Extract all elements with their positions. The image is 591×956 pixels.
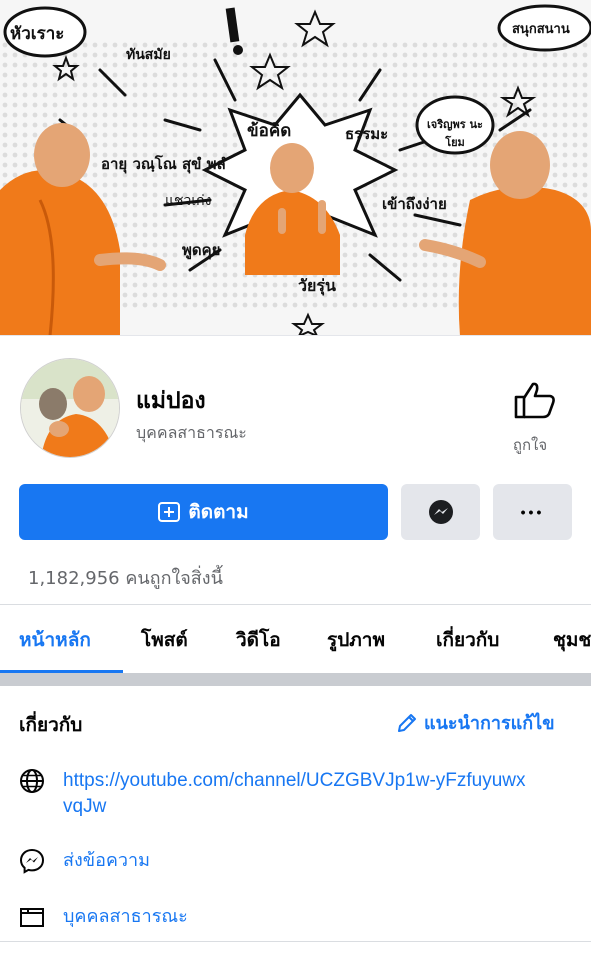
category-icon (20, 908, 44, 927)
cover-illustration (0, 0, 591, 335)
cover-word: ธรรมะ (345, 125, 389, 143)
cover-word: ทันสมัย (126, 47, 171, 63)
pencil-icon (398, 713, 416, 732)
globe-icon (20, 769, 44, 793)
cover-word: เจริญพร นะโยม (427, 118, 483, 149)
cover-word: ข้อคิด (247, 121, 292, 141)
tab-about[interactable]: เกี่ยวกับ (436, 625, 499, 655)
website-row: https://youtube.com/channel/UCZGBVJp1w-y… (19, 768, 533, 820)
section-divider (0, 673, 591, 686)
messenger-icon (19, 848, 45, 874)
cover-word: อายุ วณฺโณ สุขํ พลํ (101, 155, 226, 173)
tab-photos[interactable]: รูปภาพ (327, 625, 385, 655)
category-row[interactable]: บุคคลสาธารณะ (19, 904, 188, 930)
like-button[interactable]: ถูกใจ (500, 381, 560, 461)
suggest-edit-label: แนะนำการแก้ไข (424, 713, 555, 734)
tab-videos[interactable]: วิดีโอ (236, 625, 281, 655)
likes-count: 1,182,956 คนถูกใจสิ่งนี้ (28, 568, 223, 589)
cover-photo[interactable]: หัวเราะ ทันสมัย สนุกสนาน ข้อคิด ธรรมะ เจ… (0, 0, 591, 336)
profile-avatar[interactable] (20, 358, 120, 458)
tab-posts[interactable]: โพสต์ (141, 625, 188, 655)
divider (0, 941, 591, 942)
add-icon (158, 502, 181, 522)
send-message-label: ส่งข้อความ (63, 850, 151, 871)
category-label: บุคคลสาธารณะ (63, 906, 188, 927)
message-row[interactable]: ส่งข้อความ (19, 848, 150, 874)
thumbs-up-icon (514, 382, 555, 419)
cover-word: เข้าถึงง่าย (382, 195, 447, 213)
more-options-button[interactable]: ••• (493, 484, 572, 540)
avatar-image (21, 359, 119, 457)
like-label: ถูกใจ (512, 436, 548, 454)
tab-community[interactable]: ชุมช (553, 625, 591, 655)
cover-word: หัวเราะ (10, 24, 65, 44)
page-category: บุคคลสาธารณะ (136, 423, 247, 442)
cover-word: สนุกสนาน (512, 22, 570, 37)
suggest-edit-link[interactable]: แนะนำการแก้ไข (396, 708, 555, 737)
cover-word: แชวเก่ง (165, 193, 212, 209)
cover-word: พูดคุย (182, 241, 221, 259)
about-section-title: เกี่ยวกับ (19, 714, 83, 736)
messenger-button[interactable] (401, 484, 480, 540)
messenger-icon (428, 500, 453, 524)
tab-home[interactable]: หน้าหลัก (19, 625, 91, 655)
follow-button[interactable]: ติดตาม (19, 484, 388, 540)
more-icon: ••• (520, 504, 545, 520)
follow-label: ติดตาม (188, 501, 249, 523)
page-name: แม่ปอง (136, 388, 206, 414)
cover-word: วัยรุ่น (298, 276, 336, 295)
page-tabs: หน้าหลัก โพสต์ วิดีโอ รูปภาพ เกี่ยวกับ ช… (0, 605, 591, 673)
youtube-link[interactable]: https://youtube.com/channel/UCZGBVJp1w-y… (63, 768, 533, 820)
